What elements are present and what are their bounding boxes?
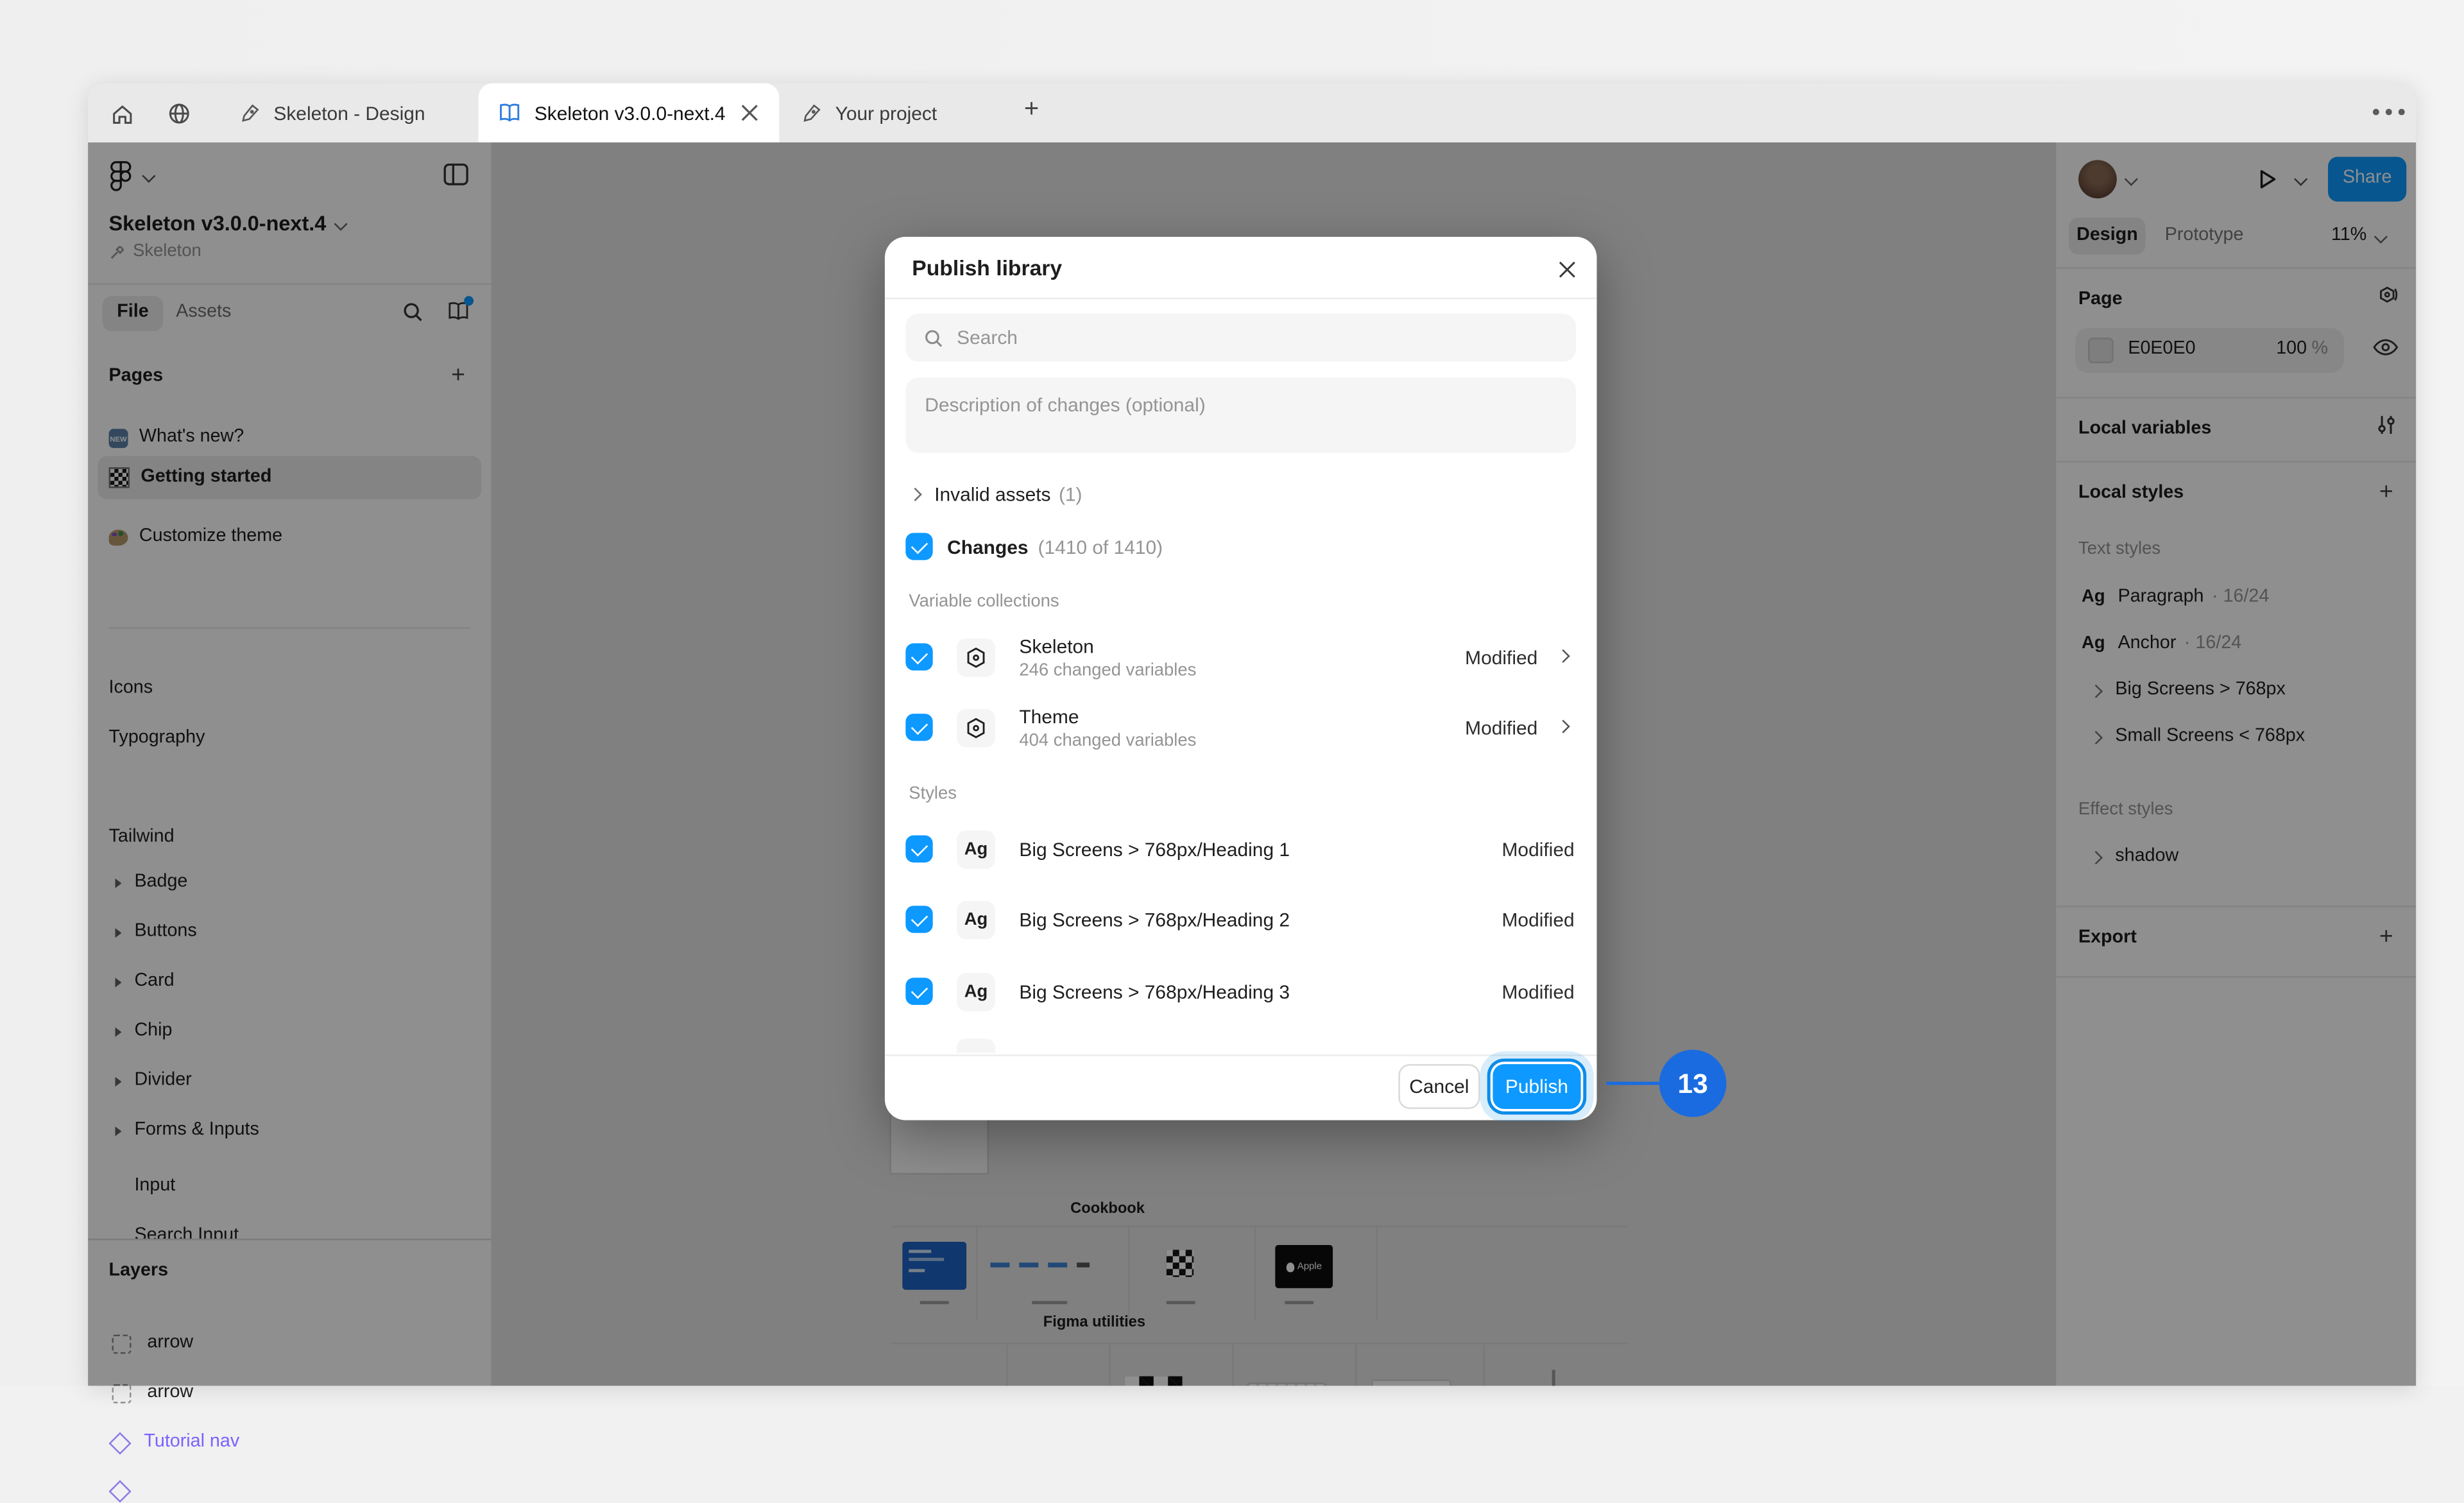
row-checkbox[interactable]: [905, 836, 932, 863]
row-status: Modified: [1502, 983, 1575, 1002]
home-button[interactable]: [101, 93, 142, 135]
kebab-menu-icon: [2373, 109, 2379, 116]
row-checkbox[interactable]: [905, 906, 932, 932]
publish-row-heading-3[interactable]: Ag Big Screens > 768px/Heading 3 Modifie…: [885, 957, 1597, 1027]
layer-label: Tutorial nav: [144, 1434, 239, 1452]
variable-hexagon-icon: [965, 717, 988, 739]
search-input[interactable]: Search: [905, 314, 1576, 362]
publish-row-skeleton[interactable]: Skeleton 246 changed variables Modified: [885, 623, 1597, 693]
publish-row-theme[interactable]: Theme 404 changed variables Modified: [885, 693, 1597, 764]
annotation-connector: [1606, 1082, 1659, 1085]
tab-skeleton-design[interactable]: Skeleton - Design: [224, 83, 478, 142]
kebab-menu-icon: [2399, 109, 2405, 116]
tab-label: Your project: [835, 103, 937, 123]
new-tab-button[interactable]: +: [1024, 98, 1039, 123]
layer-label: arrow: [147, 1385, 193, 1404]
frame-icon: [112, 1384, 132, 1404]
ag-glyph: Ag: [964, 983, 988, 1001]
search-placeholder: Search: [957, 328, 1018, 347]
description-placeholder: Description of changes (optional): [925, 395, 1205, 415]
close-tab-icon[interactable]: [742, 104, 759, 121]
tab-skeleton-v3-active[interactable]: Skeleton v3.0.0-next.4: [479, 83, 780, 142]
row-status: Modified: [1502, 840, 1575, 859]
chevron-right-icon: [1557, 719, 1570, 733]
tab-bar: Skeleton - Design Skeleton v3.0.0-next.4…: [88, 83, 2416, 142]
row-checkbox[interactable]: [905, 978, 932, 1005]
changes-checkbox[interactable]: [905, 533, 932, 560]
row-status: Modified: [1502, 911, 1575, 930]
annotation-step-badge: 13: [1659, 1050, 1727, 1117]
changes-label: Changes: [947, 537, 1028, 556]
pen-icon: [240, 103, 261, 123]
publish-row-heading-1[interactable]: Ag Big Screens > 768px/Heading 1 Modifie…: [885, 814, 1597, 885]
row-checkbox[interactable]: [905, 714, 932, 741]
annotation-step-number: 13: [1678, 1070, 1708, 1097]
layer-item-arrow-2[interactable]: arrow: [112, 1384, 194, 1404]
invalid-assets-row[interactable]: Invalid assets (1): [911, 485, 1082, 504]
cancel-button[interactable]: Cancel: [1398, 1064, 1480, 1109]
row-name: Big Screens > 768px/Heading 2: [1019, 911, 1290, 930]
changes-row: Changes (1410 of 1410): [905, 533, 1163, 560]
ag-glyph: Ag: [964, 911, 988, 929]
description-textarea[interactable]: Description of changes (optional): [905, 377, 1576, 452]
chevron-right-icon: [1557, 649, 1570, 663]
publish-label: Publish: [1505, 1077, 1568, 1096]
publish-row-heading-2[interactable]: Ag Big Screens > 768px/Heading 2 Modifie…: [885, 885, 1597, 956]
row-detail: 404 changed variables: [1019, 733, 1196, 750]
text-style-tile: Ag: [957, 830, 995, 869]
close-dialog-button[interactable]: [1553, 256, 1579, 282]
row-checkbox[interactable]: [905, 643, 932, 670]
variable-collection-tile: [957, 709, 995, 748]
publish-button[interactable]: Publish: [1493, 1064, 1580, 1109]
layer-item-tutorial-nav[interactable]: Tutorial nav: [112, 1434, 240, 1452]
tab-your-project[interactable]: Your project: [779, 83, 1016, 142]
publish-library-dialog: Publish library Search Description of ch…: [885, 237, 1597, 1120]
tab-label: Skeleton - Design: [273, 103, 425, 123]
text-style-tile: Ag: [957, 973, 995, 1011]
text-style-tile: Ag: [957, 901, 995, 940]
kebab-menu-icon: [2386, 109, 2392, 116]
variable-hexagon-icon: [965, 646, 988, 669]
dialog-title: Publish library: [912, 257, 1062, 279]
close-icon: [1557, 260, 1575, 277]
row-detail: 246 changed variables: [1019, 662, 1196, 680]
home-icon: [110, 101, 133, 125]
chevron-right-icon: [909, 488, 922, 501]
globe-icon: [166, 101, 192, 126]
component-icon: [108, 1432, 131, 1454]
cancel-label: Cancel: [1409, 1077, 1469, 1096]
screen: Skeleton - Design Skeleton v3.0.0-next.4…: [0, 0, 2464, 1386]
pen-icon: [801, 103, 822, 123]
styles-header: Styles: [909, 786, 957, 803]
row-status: Modified: [1465, 648, 1537, 667]
variable-collection-tile: [957, 639, 995, 677]
ag-glyph: Ag: [964, 841, 988, 858]
changes-count: (1410 of 1410): [1038, 537, 1163, 556]
browse-button[interactable]: [158, 93, 200, 135]
window-menu-button[interactable]: [2373, 109, 2405, 116]
variable-collections-header: Variable collections: [909, 594, 1059, 611]
row-name: Theme: [1019, 707, 1079, 726]
tab-label: Skeleton v3.0.0-next.4: [535, 103, 726, 123]
library-book-icon: [497, 103, 521, 123]
row-name: Skeleton: [1019, 637, 1093, 656]
component-icon: [108, 1480, 131, 1502]
row-status: Modified: [1465, 719, 1537, 738]
row-name: Big Screens > 768px/Heading 3: [1019, 983, 1290, 1002]
invalid-assets-label: Invalid assets: [934, 485, 1050, 504]
row-name: Big Screens > 768px/Heading 1: [1019, 840, 1290, 859]
invalid-assets-count: (1): [1059, 485, 1082, 504]
search-icon: [923, 327, 944, 348]
partial-row-tile: [957, 1038, 995, 1052]
